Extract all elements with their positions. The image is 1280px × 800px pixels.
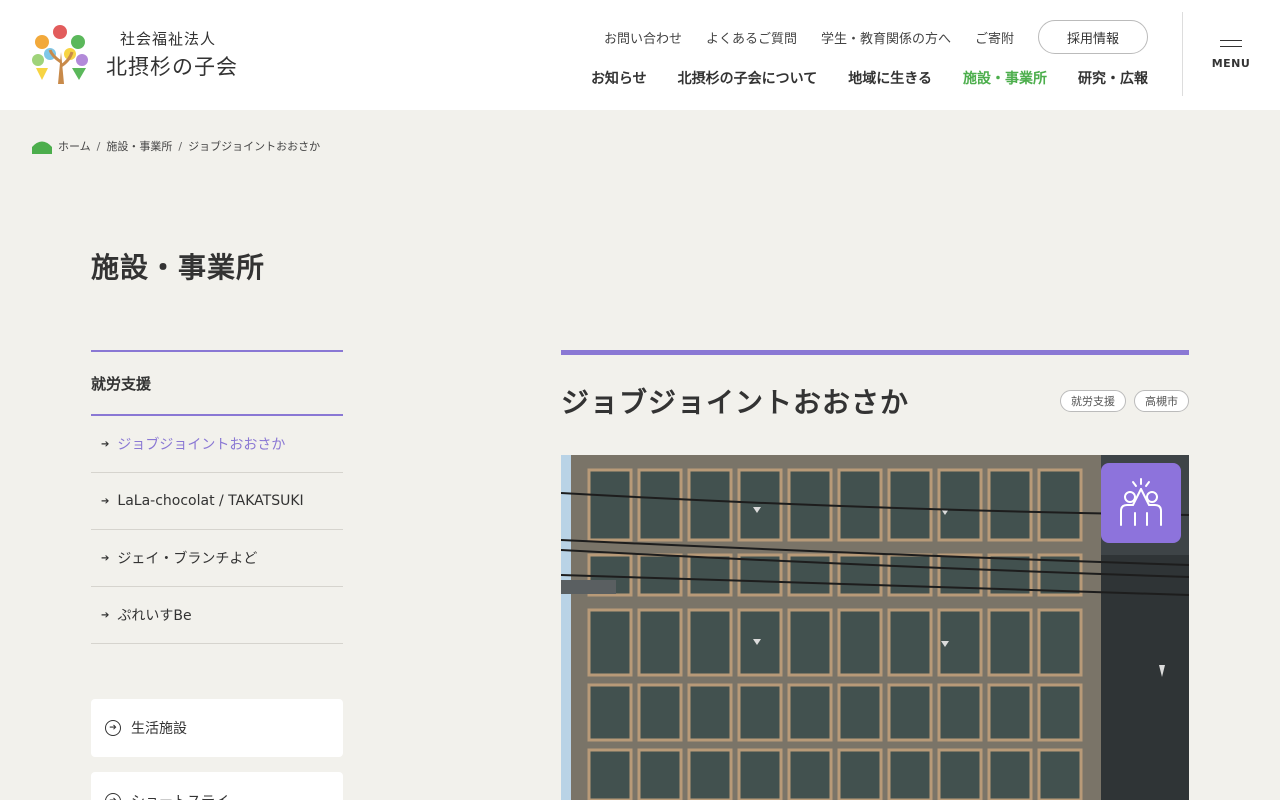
breadcrumb-home[interactable]: ホーム: [58, 138, 91, 154]
sidebar-item-label: ジョブジョイントおおさか: [117, 437, 286, 453]
facility-title: ジョブジョイントおおさか: [561, 386, 910, 419]
sidebar: 就労支援 ➔ ジョブジョイントおおさか ➔ LaLa-chocolat / TA…: [91, 350, 343, 800]
title-accent-bar: [561, 350, 1189, 355]
util-link-students[interactable]: 学生・教育関係の方へ: [821, 28, 951, 47]
building-photo: [561, 455, 1189, 800]
facility-photo: [561, 455, 1189, 800]
arrow-right-icon: ➔: [101, 438, 110, 450]
utility-nav: お問い合わせ よくあるご質問 学生・教育関係の方へ ご寄附 採用情報: [580, 20, 1148, 54]
nav-item-about[interactable]: 北摂杉の子会について: [678, 68, 818, 88]
logo-subtitle: 社会福祉法人: [120, 29, 217, 48]
facility-header: ジョブジョイントおおさか 就労支援 高槻市: [561, 381, 1189, 421]
util-link-contact[interactable]: お問い合わせ: [604, 28, 682, 47]
arrow-right-icon: ➔: [101, 495, 110, 507]
high-five-icon: [1101, 463, 1181, 543]
circle-arrow-icon: ➔: [105, 720, 121, 736]
menu-label: MENU: [1211, 57, 1251, 70]
nav-item-news[interactable]: お知らせ: [591, 68, 647, 88]
main-nav: お知らせ 北摂杉の子会について 地域に生きる 施設・事業所 研究・広報: [560, 68, 1148, 88]
menu-button[interactable]: MENU: [1200, 30, 1262, 86]
sidebar-card-short-stay[interactable]: ➔ ショートステイ: [91, 772, 343, 800]
nav-item-facilities[interactable]: 施設・事業所: [963, 68, 1047, 88]
arrow-right-icon: ➔: [101, 609, 110, 621]
sidebar-item-lala-chocolat[interactable]: ➔ LaLa-chocolat / TAKATSUKI: [91, 473, 343, 530]
arrow-right-icon: ➔: [101, 552, 110, 564]
tree-logo-icon: [32, 25, 88, 84]
breadcrumb-facilities[interactable]: 施設・事業所: [106, 138, 172, 154]
sidebar-item-job-joint[interactable]: ➔ ジョブジョイントおおさか: [91, 416, 343, 473]
nav-item-community[interactable]: 地域に生きる: [848, 68, 932, 88]
sidebar-item-place-be[interactable]: ➔ ぷれいすBe: [91, 587, 343, 644]
breadcrumb: ホーム / 施設・事業所 / ジョブジョイントおおさか: [32, 138, 320, 154]
sidebar-card-living-facilities[interactable]: ➔ 生活施設: [91, 699, 343, 757]
sidebar-category: 就労支援: [91, 350, 343, 416]
tag-category: 就労支援: [1060, 390, 1126, 412]
logo-title: 北摂杉の子会: [106, 54, 238, 79]
sidebar-item-label: LaLa-chocolat / TAKATSUKI: [117, 493, 304, 509]
sidebar-item-label: ぷれいすBe: [117, 608, 192, 624]
logo-text: 社会福祉法人 北摂杉の子会: [106, 28, 238, 81]
header-divider: [1182, 12, 1183, 96]
main-content: ジョブジョイントおおさか 就労支援 高槻市: [561, 350, 1189, 800]
circle-arrow-icon: ➔: [105, 793, 121, 800]
util-link-faq[interactable]: よくあるご質問: [706, 28, 797, 47]
hamburger-icon: [1220, 40, 1242, 47]
page-title: 施設・事業所: [91, 251, 266, 284]
sidebar-item-label: ジェイ・ブランチよど: [117, 551, 258, 567]
tag-location: 高槻市: [1134, 390, 1189, 412]
breadcrumb-separator: /: [96, 139, 101, 153]
site-logo[interactable]: 社会福祉法人 北摂杉の子会: [28, 22, 238, 86]
util-link-donation[interactable]: ご寄附: [975, 28, 1014, 47]
sidebar-item-j-branch-yodo[interactable]: ➔ ジェイ・ブランチよど: [91, 530, 343, 587]
site-header: 社会福祉法人 北摂杉の子会 お問い合わせ よくあるご質問 学生・教育関係の方へ …: [0, 0, 1280, 110]
facility-tags: 就労支援 高槻市: [1052, 390, 1189, 412]
recruit-button[interactable]: 採用情報: [1038, 20, 1148, 54]
breadcrumb-separator: /: [178, 139, 183, 153]
sidebar-card-label: ショートステイ: [131, 791, 229, 800]
nav-item-research[interactable]: 研究・広報: [1078, 68, 1148, 88]
breadcrumb-current: ジョブジョイントおおさか: [188, 140, 321, 153]
home-icon[interactable]: [32, 138, 52, 154]
sidebar-card-label: 生活施設: [131, 721, 187, 737]
